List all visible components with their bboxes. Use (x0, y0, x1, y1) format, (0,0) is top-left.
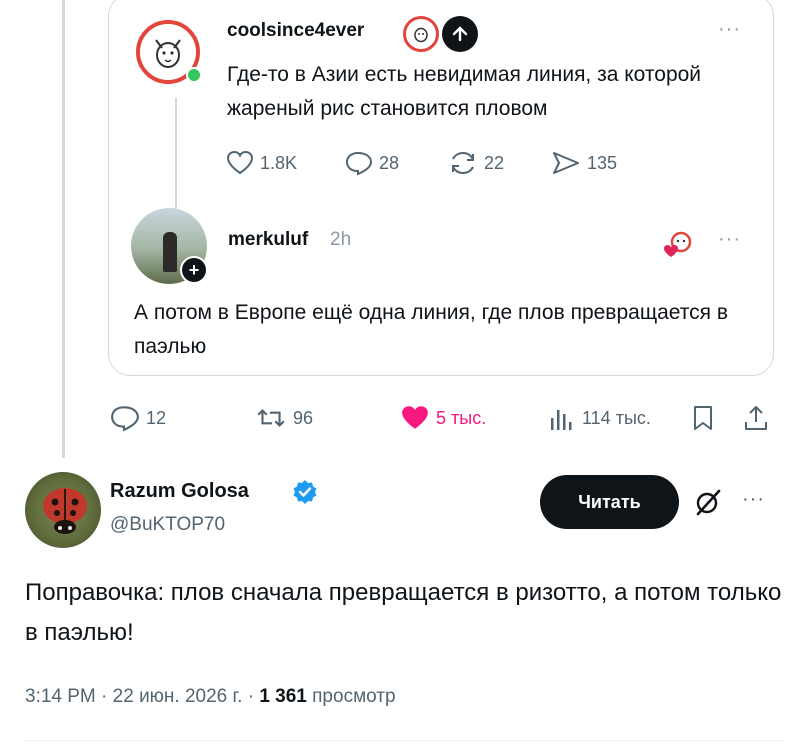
quoted-repost-count: 22 (484, 152, 505, 173)
comment-icon (345, 151, 373, 176)
share-icon (745, 406, 767, 430)
main-like-count: 5 тыс. (436, 407, 487, 428)
author-name[interactable]: Razum Golosa (110, 480, 249, 503)
reply-username[interactable]: merkuluf (228, 229, 308, 251)
quoted-views-button[interactable]: 135 (551, 150, 617, 176)
main-repost-button[interactable]: 96 (255, 404, 313, 432)
inner-thread-line (175, 98, 177, 210)
quoted-like-button[interactable]: 1.8K (226, 150, 297, 176)
send-arrow-icon (553, 152, 579, 174)
post-views-label: просмотр (312, 686, 396, 707)
read-button[interactable]: Читать (540, 475, 679, 529)
arrow-up-icon (452, 26, 468, 42)
online-status-dot (186, 67, 202, 83)
bookmark-button[interactable] (690, 404, 716, 432)
main-reply-count: 12 (146, 407, 167, 428)
ladybug-icon (43, 488, 87, 534)
divider (25, 740, 785, 741)
quoted-username[interactable]: coolsince4ever (227, 20, 364, 42)
grok-icon[interactable] (692, 486, 724, 518)
meta-separator: · (101, 686, 108, 707)
main-like-button[interactable]: 5 тыс. (400, 404, 486, 432)
post-time[interactable]: 3:14 PM (25, 686, 96, 707)
quoted-post-text: Где-то в Азии есть невидимая линия, за к… (227, 63, 702, 120)
post-more-button[interactable]: ··· (742, 488, 765, 511)
repost-icon (257, 409, 285, 427)
reply-timestamp: 2h (330, 229, 352, 250)
quoted-reply-button[interactable]: 28 (345, 150, 399, 176)
wolf-face-icon (414, 27, 428, 43)
scroll-up-button[interactable] (442, 16, 478, 52)
quoted-more-button[interactable]: ··· (718, 18, 741, 41)
heart-filled-icon (402, 406, 428, 429)
main-views-button[interactable]: 114 тыс. (546, 404, 651, 432)
liked-by-author-icon (664, 231, 692, 257)
author-handle[interactable]: @BuKTOP70 (110, 514, 225, 536)
main-repost-count: 96 (293, 407, 314, 428)
quoted-repost-button[interactable]: 22 (448, 150, 504, 176)
verified-badge-icon (293, 480, 317, 504)
main-reply-button[interactable]: 12 (110, 404, 166, 432)
reply-text: А потом в Европе ещё одна линия, где пло… (134, 301, 729, 358)
post-meta: 3:14 PM · 22 июн. 2026 г. · 1 361 просмо… (25, 686, 396, 708)
wolf-face-icon (155, 39, 181, 68)
post-date[interactable]: 22 июн. 2026 г. (113, 686, 243, 707)
thread-line (62, 0, 65, 458)
heart-outline-icon (226, 150, 254, 175)
reply-more-button[interactable]: ··· (718, 228, 741, 251)
quoted-views-count: 135 (587, 152, 618, 173)
post-view-count: 1 361 (259, 686, 307, 707)
main-views-count: 114 тыс. (582, 407, 651, 428)
share-button[interactable] (743, 404, 769, 432)
avatar-razum-golosa[interactable] (25, 472, 101, 548)
comment-icon (111, 406, 139, 432)
bookmark-icon (694, 406, 712, 430)
meta-separator: · (247, 686, 255, 707)
analytics-bars-icon (551, 410, 572, 430)
quoted-like-count: 1.8K (260, 152, 298, 173)
repost-icon (452, 151, 474, 175)
mini-avatar[interactable] (403, 16, 439, 52)
quoted-reply-count: 28 (379, 152, 400, 173)
post-text: Поправочка: плов сначала превращается в … (25, 579, 782, 646)
follow-plus-button[interactable]: + (180, 256, 208, 284)
